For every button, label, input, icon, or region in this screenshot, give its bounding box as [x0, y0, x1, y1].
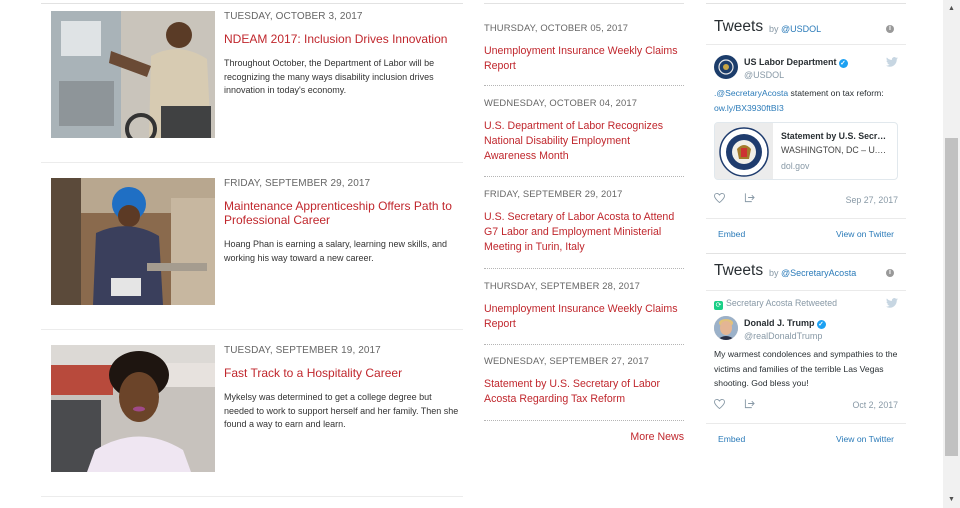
blog-title-link[interactable]: Fast Track to a Hospitality Career — [224, 366, 460, 380]
blog-title-link[interactable]: Maintenance Apprenticeship Offers Path t… — [224, 199, 460, 227]
share-icon[interactable] — [744, 192, 755, 203]
scrollbar-thumb[interactable] — [945, 138, 958, 456]
news-top-rule — [484, 3, 684, 4]
heart-icon[interactable] — [714, 399, 725, 409]
blog-date: TUESDAY, SEPTEMBER 19, 2017 — [224, 345, 381, 356]
card-subtitle: WASHINGTON, DC – U.… — [781, 145, 887, 155]
blog-divider — [41, 162, 463, 163]
news-title-link[interactable]: Statement by U.S. Secretary of Labor Aco… — [484, 377, 684, 407]
verified-badge-icon: ✓ — [816, 320, 826, 329]
news-title-link[interactable]: U.S. Department of Labor Recognizes Nati… — [484, 119, 684, 164]
heart-icon[interactable] — [714, 193, 725, 203]
news-divider — [484, 420, 684, 421]
tweets-footer: Embed View on Twitter — [706, 424, 906, 454]
news-title-link[interactable]: U.S. Secretary of Labor Acosta to Attend… — [484, 210, 684, 255]
tweets-account-link[interactable]: @SecretaryAcosta — [781, 268, 856, 278]
embed-link[interactable]: Embed — [718, 434, 745, 444]
verified-badge-icon: ✓ — [838, 59, 848, 68]
blog-photo-wheelchair-lab[interactable] — [51, 11, 215, 138]
tweet-text: My warmest condolences and sympathies to… — [714, 349, 898, 388]
news-title-link[interactable]: Unemployment Insurance Weekly Claims Rep… — [484, 44, 684, 74]
news-item: THURSDAY, SEPTEMBER 28, 2017 Unemploymen… — [484, 280, 684, 332]
news-date: THURSDAY, OCTOBER 05, 2017 — [484, 22, 629, 33]
news-date: WEDNESDAY, OCTOBER 04, 2017 — [484, 97, 638, 108]
blog-title-link[interactable]: NDEAM 2017: Inclusion Drives Innovation — [224, 32, 460, 46]
tweets-by: by @USDOL — [769, 24, 822, 34]
retweet-icon: ⟳ — [714, 301, 723, 310]
tweets-header: Tweets by @USDOL i — [706, 4, 906, 44]
tweets-footer: Embed View on Twitter — [706, 219, 906, 249]
share-icon[interactable] — [744, 398, 755, 409]
blog-description: Throughout October, the Department of La… — [224, 58, 435, 96]
news-divider — [484, 268, 684, 269]
tweet-text: .@SecretaryAcosta statement on tax refor… — [714, 88, 884, 113]
news-divider — [484, 344, 684, 345]
blog-description: Hoang Phan is earning a salary, learning… — [224, 239, 447, 263]
blog-date: TUESDAY, OCTOBER 3, 2017 — [224, 11, 363, 22]
blog-divider — [41, 329, 463, 330]
embed-link[interactable]: Embed — [718, 229, 745, 239]
tweet-mention-link[interactable]: .@SecretaryAcosta — [714, 88, 788, 98]
news-date: FRIDAY, SEPTEMBER 29, 2017 — [484, 188, 623, 199]
blog-divider — [41, 496, 463, 497]
info-icon[interactable]: i — [886, 269, 894, 277]
tweets-widget-usdol: Tweets by @USDOL i US Labor Department ✓ … — [706, 3, 906, 249]
tweets-divider — [706, 44, 906, 45]
news-item: WEDNESDAY, OCTOBER 04, 2017 U.S. Departm… — [484, 97, 684, 164]
tweet-timestamp[interactable]: Oct 2, 2017 — [853, 400, 898, 410]
tweet-author-handle[interactable]: @USDOL — [744, 70, 784, 80]
blog-photo-apprentice[interactable] — [51, 178, 215, 305]
blog-description: Mykelsy was determined to get a college … — [224, 392, 459, 430]
news-divider — [484, 85, 684, 86]
tweets-label: Tweets — [714, 262, 764, 279]
tweets-widget-acosta: Tweets by @SecretaryAcosta i ⟳ Secretary … — [706, 253, 906, 453]
blog-photo-hospitality[interactable] — [51, 345, 215, 472]
scroll-down-arrow-icon[interactable]: ▼ — [943, 491, 960, 508]
view-on-twitter-link[interactable]: View on Twitter — [836, 434, 894, 444]
tweets-account-link[interactable]: @USDOL — [781, 24, 821, 34]
card-url: dol.gov — [781, 161, 810, 171]
tweet-author-name[interactable]: US Labor Department ✓ — [744, 57, 848, 68]
news-date: WEDNESDAY, SEPTEMBER 27, 2017 — [484, 355, 649, 366]
tweets-label: Tweets — [714, 18, 764, 35]
scroll-up-arrow-icon[interactable]: ▲ — [943, 0, 960, 17]
tweet-timestamp[interactable]: Sep 27, 2017 — [846, 195, 898, 205]
tweet-link-card[interactable]: Statement by U.S. Secr… WASHINGTON, DC –… — [714, 122, 898, 180]
retweet-line: ⟳ Secretary Acosta Retweeted — [714, 298, 837, 310]
blog-date: FRIDAY, SEPTEMBER 29, 2017 — [224, 178, 371, 189]
page-scrollbar[interactable]: ▲ ▼ — [943, 0, 960, 508]
dol-seal-image — [715, 123, 773, 179]
news-date: THURSDAY, SEPTEMBER 28, 2017 — [484, 280, 640, 291]
tweets-divider — [706, 290, 906, 291]
tweet-url-link[interactable]: ow.ly/BX3930ftBI3 — [714, 103, 784, 113]
news-item: WEDNESDAY, SEPTEMBER 27, 2017 Statement … — [484, 355, 684, 407]
twitter-bird-icon[interactable] — [886, 298, 898, 308]
view-on-twitter-link[interactable]: View on Twitter — [836, 229, 894, 239]
tweet-author-handle[interactable]: @realDonaldTrump — [744, 331, 822, 341]
tweets-header: Tweets by @SecretaryAcosta i — [706, 254, 906, 290]
news-item: FRIDAY, SEPTEMBER 29, 2017 U.S. Secretar… — [484, 188, 684, 255]
avatar[interactable] — [714, 55, 738, 79]
twitter-bird-icon[interactable] — [886, 57, 898, 67]
info-icon[interactable]: i — [886, 25, 894, 33]
tweet-author-name[interactable]: Donald J. Trump ✓ — [744, 318, 826, 329]
tweets-by: by @SecretaryAcosta — [769, 268, 857, 278]
avatar[interactable] — [714, 316, 738, 340]
news-divider — [484, 176, 684, 177]
news-item: THURSDAY, OCTOBER 05, 2017 Unemployment … — [484, 22, 684, 74]
news-title-link[interactable]: Unemployment Insurance Weekly Claims Rep… — [484, 302, 684, 332]
more-news-link[interactable]: More News — [630, 431, 684, 443]
card-title: Statement by U.S. Secr… — [781, 131, 887, 141]
blog-top-rule — [41, 3, 463, 4]
